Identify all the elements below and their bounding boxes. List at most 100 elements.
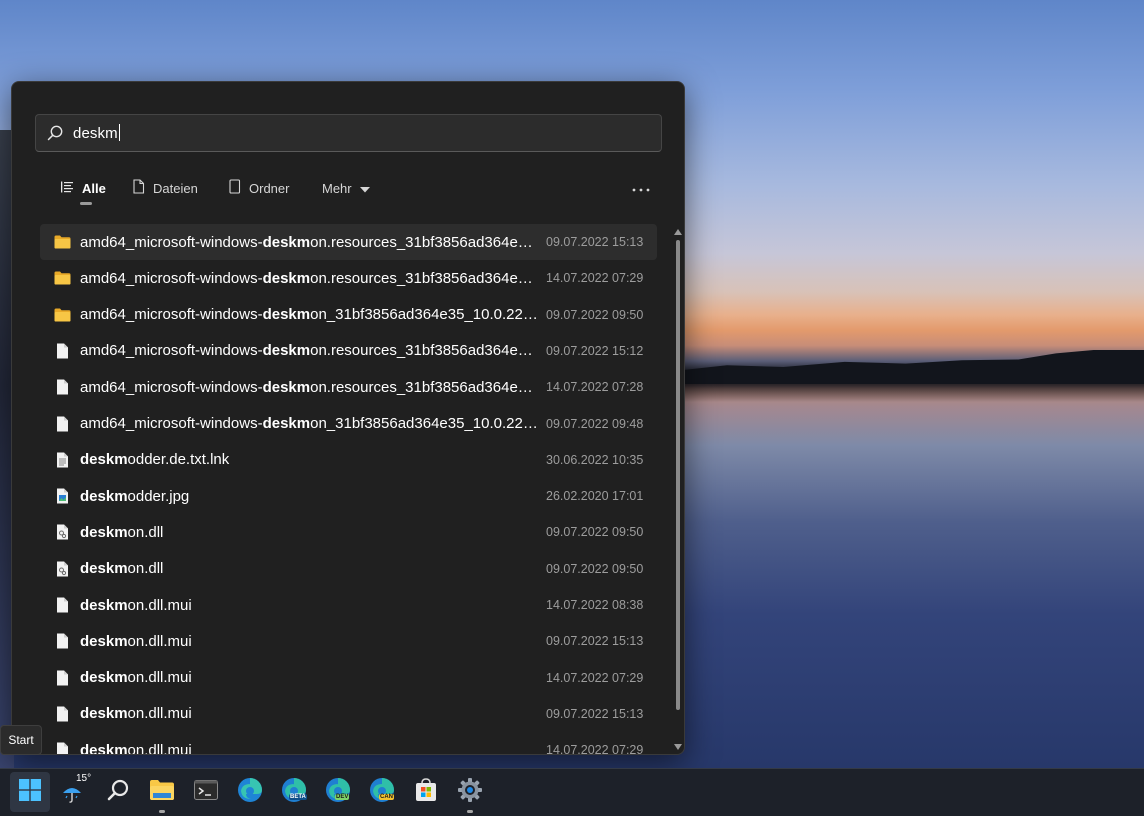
result-row[interactable]: deskmon.dll.mui 09.07.2022 15:13 <box>40 623 657 659</box>
file-icon <box>52 740 72 754</box>
taskbar-search-button[interactable] <box>98 772 138 812</box>
result-name-rest: on.resources_31bf3856ad364e35_10.0.22000… <box>310 233 541 251</box>
scroll-up-arrow-icon[interactable] <box>674 228 682 236</box>
canary-badge: CAN <box>379 793 394 800</box>
result-name: deskmodder.de.txt.lnk <box>80 451 541 468</box>
weather-widget-button[interactable]: 15° <box>54 772 94 812</box>
active-tab-indicator <box>80 202 92 205</box>
text-caret <box>118 124 120 141</box>
edge-beta-button[interactable]: BETA <box>274 772 314 812</box>
result-name-rest: on.dll <box>127 560 164 578</box>
result-name: amd64_microsoft-windows-deskmon_31bf3856… <box>80 306 541 323</box>
edge-dev-button[interactable]: DEV <box>318 772 358 812</box>
text-file-icon <box>52 450 72 470</box>
file-icon <box>52 631 72 651</box>
result-name: deskmon.dll.mui <box>80 633 541 650</box>
edge-canary-icon: CAN <box>369 777 395 808</box>
result-name-prefix: amd64_microsoft-windows- <box>80 378 263 396</box>
result-date: 09.07.2022 15:13 <box>546 706 644 721</box>
result-name-match: deskm <box>262 415 311 432</box>
result-name: amd64_microsoft-windows-deskmon.resource… <box>80 270 541 287</box>
filter-tab-all[interactable]: Alle <box>60 174 106 205</box>
result-row[interactable]: deskmodder.jpg 26.02.2020 17:01 <box>40 478 657 514</box>
beta-badge: BETA <box>289 793 307 800</box>
result-name-rest: on.dll.mui <box>127 669 192 687</box>
wallpaper-treeline <box>680 350 1144 384</box>
terminal-button[interactable] <box>186 772 226 812</box>
result-row[interactable]: amd64_microsoft-windows-deskmon.resource… <box>40 260 657 296</box>
result-name-match: deskm <box>80 741 128 754</box>
more-options-button[interactable] <box>626 174 656 202</box>
result-name: amd64_microsoft-windows-deskmon.resource… <box>80 379 541 396</box>
result-date: 30.06.2022 10:35 <box>546 452 644 467</box>
result-row[interactable]: deskmon.dll 09.07.2022 09:50 <box>40 551 657 587</box>
result-row[interactable]: amd64_microsoft-windows-deskmon_31bf3856… <box>40 297 657 333</box>
folder-icon <box>52 232 72 252</box>
dev-badge: DEV <box>335 793 350 800</box>
result-name-prefix: amd64_microsoft-windows- <box>80 233 263 251</box>
filter-tab-files[interactable]: Dateien <box>132 174 198 202</box>
search-query-text: deskm <box>73 124 120 142</box>
result-date: 09.07.2022 09:48 <box>546 416 644 431</box>
result-name-rest: on.dll <box>127 523 164 541</box>
file-icon <box>52 377 72 397</box>
file-explorer-button[interactable] <box>142 772 182 813</box>
result-date: 09.07.2022 09:50 <box>546 525 644 540</box>
search-results-list: amd64_microsoft-windows-deskmon.resource… <box>40 224 658 754</box>
search-input[interactable]: deskm <box>35 114 662 152</box>
result-name: deskmon.dll.mui <box>80 742 541 754</box>
caret-down-icon <box>359 181 370 196</box>
result-row[interactable]: deskmon.dll.mui 14.07.2022 07:29 <box>40 660 657 696</box>
result-row[interactable]: amd64_microsoft-windows-deskmon.resource… <box>40 369 657 405</box>
filter-tab-folders[interactable]: Ordner <box>228 174 289 202</box>
results-scrollbar[interactable] <box>673 224 683 754</box>
result-name-rest: on.resources_31bf3856ad364e35_10.0.22000… <box>310 378 541 396</box>
result-row[interactable]: deskmon.dll.mui 09.07.2022 15:13 <box>40 696 657 732</box>
result-name-match: deskm <box>262 342 311 360</box>
result-name: amd64_microsoft-windows-deskmon.resource… <box>80 342 541 359</box>
result-name-prefix: amd64_microsoft-windows- <box>80 415 263 432</box>
result-date: 14.07.2022 07:29 <box>546 743 644 754</box>
result-name-match: deskm <box>80 451 128 469</box>
result-name-rest: odder.de.txt.lnk <box>127 451 230 469</box>
wallpaper-reflection <box>680 384 1144 402</box>
result-row[interactable]: amd64_microsoft-windows-deskmon_31bf3856… <box>40 406 657 442</box>
terminal-icon <box>194 779 218 805</box>
umbrella-rain-icon <box>62 784 82 809</box>
file-icon <box>52 704 72 724</box>
result-row[interactable]: deskmodder.de.txt.lnk 30.06.2022 10:35 <box>40 442 657 478</box>
result-row[interactable]: deskmon.dll.mui 14.07.2022 08:38 <box>40 587 657 623</box>
filter-bar: Alle Dateien Ordner Mehr <box>48 174 668 205</box>
result-name: amd64_microsoft-windows-deskmon_31bf3856… <box>80 415 541 432</box>
result-date: 26.02.2020 17:01 <box>546 489 644 504</box>
result-row[interactable]: amd64_microsoft-windows-deskmon.resource… <box>40 224 657 260</box>
scrollbar-thumb[interactable] <box>676 240 680 710</box>
file-icon <box>52 414 72 434</box>
result-name-rest: on.dll.mui <box>127 596 192 614</box>
microsoft-store-button[interactable] <box>406 772 446 812</box>
start-tooltip: Start <box>0 725 42 755</box>
start-button[interactable] <box>10 772 50 812</box>
result-row[interactable]: amd64_microsoft-windows-deskmon.resource… <box>40 333 657 369</box>
result-name-match: deskm <box>80 560 128 578</box>
edge-button[interactable] <box>230 772 270 812</box>
image-file-icon <box>52 486 72 506</box>
result-name: deskmon.dll.mui <box>80 705 541 722</box>
filter-tab-folders-label: Ordner <box>249 180 290 196</box>
result-date: 14.07.2022 08:38 <box>546 598 644 612</box>
result-date: 09.07.2022 15:13 <box>546 634 644 649</box>
result-name: deskmon.dll.mui <box>80 669 541 686</box>
edge-canary-button[interactable]: CAN <box>362 772 402 812</box>
document-icon <box>132 179 145 197</box>
result-name-rest: on_31bf3856ad364e35_10.0.22000.1_none <box>310 306 541 324</box>
result-row[interactable]: deskmon.dll 09.07.2022 09:50 <box>40 514 657 550</box>
store-icon <box>414 777 438 807</box>
filter-more-dropdown[interactable]: Mehr <box>322 174 370 202</box>
result-name: deskmon.dll <box>80 560 541 577</box>
result-name-match: deskm <box>262 378 311 396</box>
settings-button[interactable] <box>450 772 490 813</box>
filter-tab-files-label: Dateien <box>153 180 198 196</box>
file-icon <box>52 341 72 361</box>
result-row[interactable]: deskmon.dll.mui 14.07.2022 07:29 <box>40 732 657 754</box>
scroll-down-arrow-icon[interactable] <box>674 743 682 751</box>
